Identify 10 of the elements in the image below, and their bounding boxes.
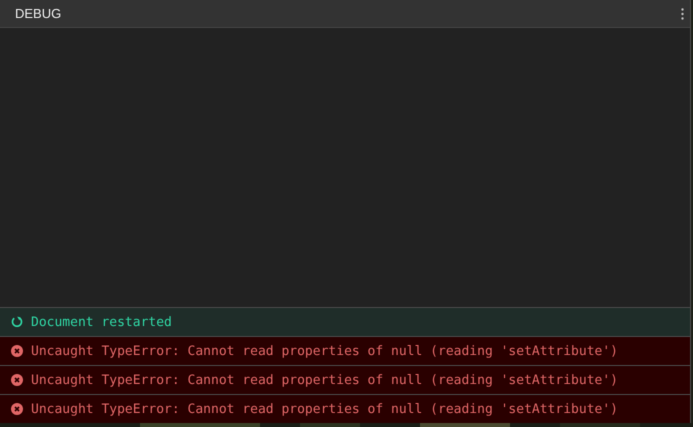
restart-icon bbox=[11, 316, 23, 328]
error-icon bbox=[11, 403, 23, 415]
error-icon bbox=[11, 374, 23, 386]
log-message: Document restarted bbox=[31, 314, 172, 330]
log-message: Uncaught TypeError: Cannot read properties of null (reading 'setAttribute') bbox=[31, 402, 618, 416]
panel-title: DEBUG bbox=[15, 6, 62, 21]
error-icon bbox=[11, 345, 23, 357]
log-message: Uncaught TypeError: Cannot read properties of null (reading 'setAttribute') bbox=[31, 344, 618, 358]
log-message: Uncaught TypeError: Cannot read properties of null (reading 'setAttribute') bbox=[31, 372, 618, 388]
more-options-icon[interactable] bbox=[681, 8, 684, 20]
